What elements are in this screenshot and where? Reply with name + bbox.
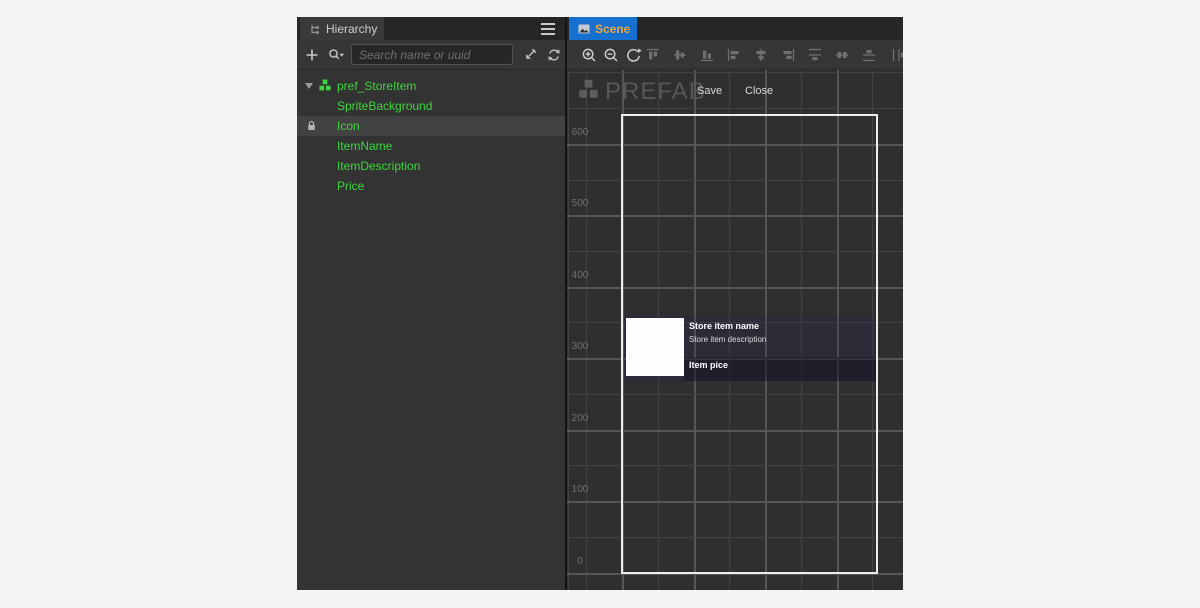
search-input[interactable] [351, 44, 513, 65]
align-center-icon[interactable] [753, 47, 769, 63]
ruler-label: 600 [569, 127, 591, 138]
prefab-cubes-icon [318, 79, 332, 93]
tree-node-spritebackground[interactable]: SpriteBackground [297, 96, 565, 116]
close-button[interactable]: Close [745, 85, 773, 97]
desktop-background: Hierarchy [0, 0, 1200, 608]
scene-canvas[interactable]: 600 500 400 300 200 100 0 [567, 70, 903, 590]
store-item-icon[interactable] [626, 318, 684, 376]
image-icon [578, 23, 590, 35]
scene-panel: Scene [567, 17, 903, 590]
grid-line [586, 70, 587, 590]
store-item-node[interactable]: Store item name Store item description I… [624, 316, 876, 381]
hierarchy-tabbar: Hierarchy [297, 17, 565, 40]
tree-node-label: SpriteBackground [337, 99, 432, 113]
tree-node-icon[interactable]: Icon [297, 116, 565, 136]
ruler-label: 300 [569, 341, 591, 352]
align-right-icon[interactable] [780, 47, 796, 63]
scene-tabbar: Scene [567, 17, 903, 40]
store-item-name-label: Store item name [689, 321, 759, 331]
lock-icon[interactable] [306, 120, 317, 132]
ruler-label: 400 [569, 270, 591, 281]
tree-node-label: ItemName [337, 139, 392, 153]
ruler-label: 0 [569, 556, 591, 567]
align-middle-icon[interactable] [672, 47, 688, 63]
grid-line [568, 70, 569, 590]
hierarchy-panel: Hierarchy [297, 17, 565, 590]
tab-hierarchy-label: Hierarchy [326, 22, 377, 36]
distribute-bottom-icon[interactable] [861, 47, 877, 63]
zoom-out-icon[interactable] [602, 46, 620, 64]
tree-node-label: Price [337, 179, 364, 193]
ruler-label: 200 [569, 413, 591, 424]
tree-node-label: pref_StoreItem [337, 79, 416, 93]
tree-node-label: Icon [337, 119, 360, 133]
collapse-all-icon[interactable] [521, 47, 539, 63]
distribute-top-icon[interactable] [807, 47, 823, 63]
hierarchy-icon [309, 23, 321, 35]
prefab-edit-header: PREFAB Save Close [567, 70, 903, 114]
zoom-in-icon[interactable] [580, 46, 598, 64]
search-filter-button[interactable] [324, 44, 348, 66]
tab-scene[interactable]: Scene [569, 17, 637, 40]
expand-arrow-icon[interactable] [305, 83, 313, 89]
store-item-price-label: Item pice [689, 360, 728, 370]
tree-node-label: ItemDescription [337, 159, 420, 173]
tab-hierarchy[interactable]: Hierarchy [300, 17, 384, 40]
align-bottom-icon[interactable] [699, 47, 715, 63]
add-node-button[interactable] [301, 44, 323, 66]
editor-window: Hierarchy [297, 17, 903, 590]
store-item-description-label: Store item description [689, 335, 766, 344]
align-left-icon[interactable] [726, 47, 742, 63]
distribute-middle-icon[interactable] [834, 47, 850, 63]
ruler-label: 500 [569, 198, 591, 209]
tree-node-itemdescription[interactable]: ItemDescription [297, 156, 565, 176]
hierarchy-tree: pref_StoreItem SpriteBackground Icon I [297, 70, 565, 590]
prefab-cubes-icon [577, 79, 600, 102]
distribute-left-icon[interactable] [891, 47, 903, 63]
ruler-label: 100 [569, 484, 591, 495]
search-box [351, 44, 513, 65]
tree-node-itemname[interactable]: ItemName [297, 136, 565, 156]
save-button[interactable]: Save [697, 85, 722, 97]
hamburger-icon[interactable] [541, 23, 555, 35]
scene-toolbar [567, 40, 903, 70]
reset-view-icon[interactable] [624, 46, 642, 64]
tree-node-pref-storeitem[interactable]: pref_StoreItem [297, 76, 565, 96]
align-top-icon[interactable] [645, 47, 661, 63]
refresh-icon[interactable] [545, 47, 563, 63]
tree-node-price[interactable]: Price [297, 176, 565, 196]
hierarchy-toolbar [297, 40, 565, 70]
prefab-mode-title: PREFAB [605, 78, 706, 106]
tab-scene-label: Scene [595, 22, 630, 36]
